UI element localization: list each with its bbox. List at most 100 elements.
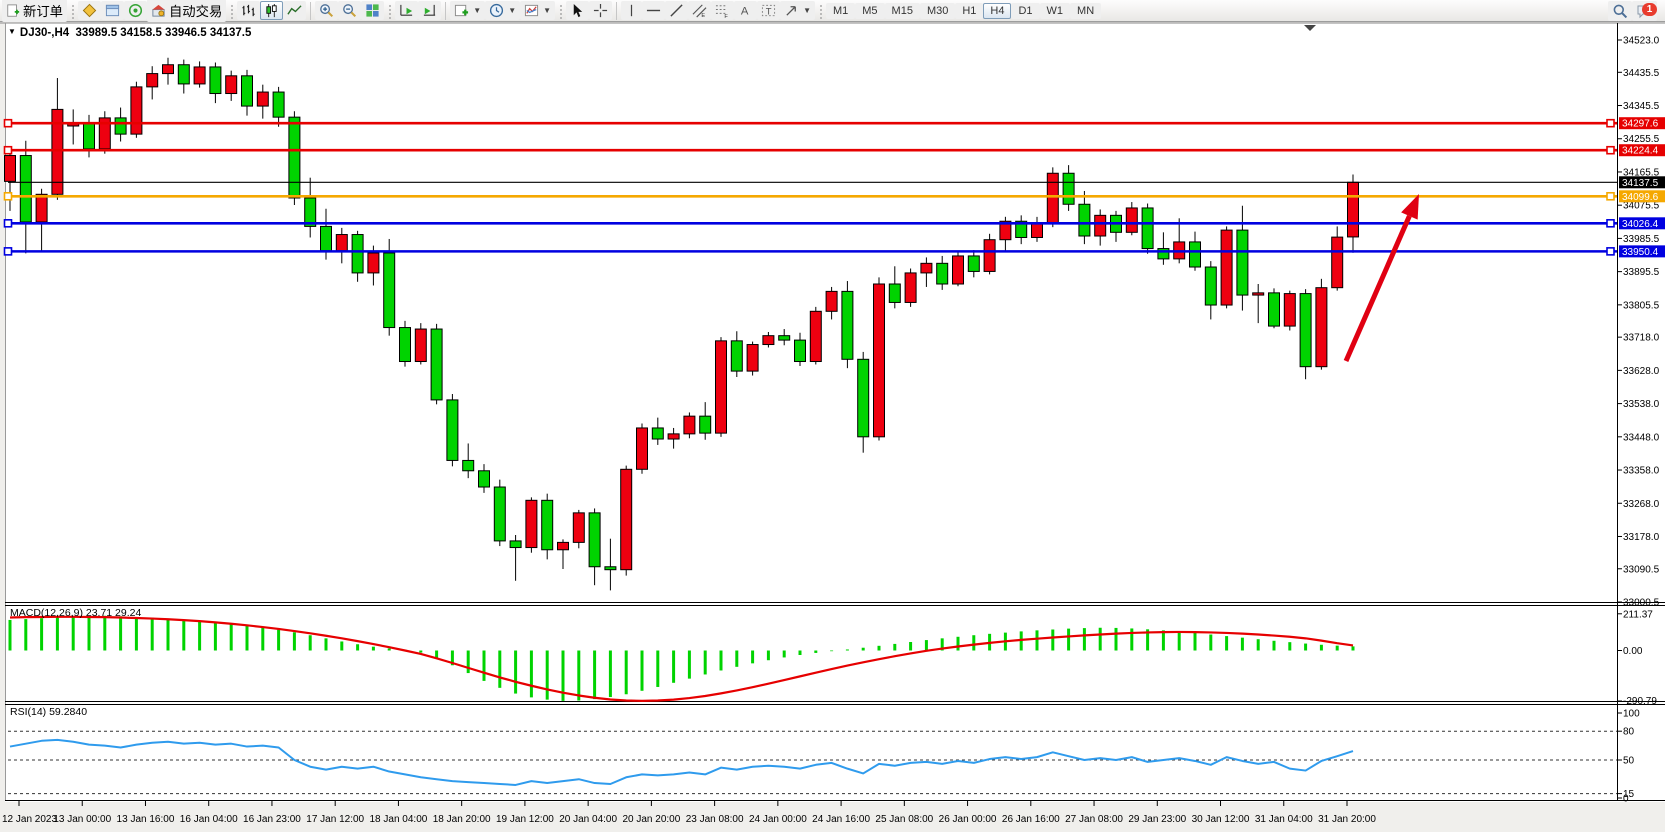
chart-candles-button[interactable] [260, 1, 283, 20]
symbol-period-label: DJ30-,H4 [20, 27, 69, 39]
notification-badge: 1 [1642, 3, 1657, 16]
toolbar-separator [445, 2, 446, 20]
timeframe-button-m30[interactable]: M30 [920, 3, 955, 19]
arrows-tool-button[interactable]: ▼ [780, 1, 815, 20]
candle-body-up [131, 87, 142, 134]
search-button[interactable] [1608, 1, 1632, 21]
periods-button[interactable]: ▼ [485, 1, 520, 20]
candle-body-up [415, 329, 426, 361]
time-axis-label: 24 Jan 16:00 [812, 814, 870, 825]
candle-body-down [20, 156, 31, 222]
time-axis-label: 18 Jan 04:00 [370, 814, 428, 825]
chart-candles-icon [264, 3, 279, 18]
candle-body-up [194, 67, 205, 84]
tile-windows-icon [365, 3, 380, 18]
candle-body-up [874, 284, 885, 437]
navigator-button[interactable] [101, 1, 124, 20]
chart-line-button[interactable] [283, 1, 306, 20]
channel-tool-button[interactable]: E [688, 1, 711, 20]
time-axis-label: 19 Jan 12:00 [496, 814, 554, 825]
line-anchor-handle[interactable] [5, 193, 12, 200]
crosshair-tool-button[interactable] [589, 1, 612, 20]
search-icon [1612, 3, 1628, 19]
candle-body-up [747, 345, 758, 372]
toolbar-grip [387, 3, 392, 19]
line-anchor-handle[interactable] [5, 220, 12, 227]
price-axis-label: 33985.5 [1623, 234, 1660, 245]
fibonacci-tool-button[interactable]: F [711, 1, 734, 20]
chart-bars-button[interactable] [237, 1, 260, 20]
text-label-tool-button[interactable]: T [757, 1, 780, 20]
trendline-tool-button[interactable] [665, 1, 688, 20]
candle-body-down [795, 340, 806, 361]
timeframe-button-d1[interactable]: D1 [1011, 3, 1039, 19]
time-axis-label: 27 Jan 08:00 [1065, 814, 1123, 825]
candle-body-up [763, 336, 774, 345]
arrows-icon [784, 3, 799, 18]
zoom-out-icon [342, 3, 357, 18]
candle-body-up [36, 194, 47, 222]
signals-button[interactable] [124, 1, 147, 20]
rsi-axis-label: 50 [1623, 756, 1635, 767]
rsi-axis-label: 80 [1623, 727, 1635, 738]
channel-icon: E [692, 3, 707, 18]
candle-body-down [1079, 204, 1090, 236]
time-axis-label: 12 Jan 2023 [2, 814, 57, 825]
autotrading-button[interactable]: 自动交易 [147, 0, 226, 22]
candle-body-down [289, 117, 300, 198]
candle-body-down [1063, 173, 1074, 204]
ohlc-values: 33989.5 34158.5 33946.5 34137.5 [76, 27, 252, 39]
new-order-button[interactable]: 新订单 [2, 0, 67, 22]
price-badge-label: 34297.6 [1622, 119, 1659, 130]
market-watch-button[interactable] [78, 1, 101, 20]
time-axis-label: 31 Jan 20:00 [1318, 814, 1376, 825]
price-axis-label: 33268.0 [1623, 499, 1660, 510]
candle-body-down [1269, 293, 1280, 326]
candle-body-down [431, 329, 442, 400]
text-icon: A [738, 3, 753, 18]
zoom-in-button[interactable] [315, 1, 338, 20]
line-anchor-handle[interactable] [5, 147, 12, 154]
line-anchor-handle[interactable] [5, 248, 12, 255]
candle-body-up [226, 76, 237, 94]
timeframe-button-m15[interactable]: M15 [885, 3, 920, 19]
templates-icon [524, 3, 539, 18]
svg-text:E: E [701, 13, 705, 18]
timeframe-button-w1[interactable]: W1 [1040, 3, 1071, 19]
text-label-icon: T [761, 3, 776, 18]
timeframe-button-m5[interactable]: M5 [855, 3, 884, 19]
line-anchor-handle[interactable] [1607, 120, 1614, 127]
timeframe-button-mn[interactable]: MN [1070, 3, 1101, 19]
chart-shift-icon [422, 3, 437, 18]
zoom-out-button[interactable] [338, 1, 361, 20]
timeframe-button-m1[interactable]: M1 [826, 3, 855, 19]
line-anchor-handle[interactable] [1607, 248, 1614, 255]
line-anchor-handle[interactable] [1607, 220, 1614, 227]
trading-terminal-window: 新订单 自动交易 [0, 0, 1665, 832]
line-anchor-handle[interactable] [1607, 193, 1614, 200]
horizontal-line-tool-button[interactable] [642, 1, 665, 20]
timeframe-button-h1[interactable]: H1 [955, 3, 983, 19]
chart-shift-button[interactable] [418, 1, 441, 20]
candle-body-up [621, 469, 632, 569]
timeframe-button-h4[interactable]: H4 [983, 3, 1011, 19]
cursor-tool-button[interactable] [566, 1, 589, 20]
line-anchor-handle[interactable] [1607, 147, 1614, 154]
vertical-line-tool-button[interactable] [621, 1, 642, 20]
toolbar-grip [818, 3, 823, 19]
one-click-expand-arrow[interactable]: ▼ [8, 27, 16, 36]
line-anchor-handle[interactable] [5, 120, 12, 127]
auto-scroll-button[interactable] [395, 1, 418, 20]
dropdown-caret-icon: ▼ [473, 6, 481, 15]
candle-body-up [1253, 293, 1264, 295]
main-toolbar: 新订单 自动交易 [0, 0, 1665, 22]
text-tool-button[interactable]: A [734, 1, 757, 20]
tile-windows-button[interactable] [361, 1, 384, 20]
templates-button[interactable]: ▼ [520, 1, 555, 20]
candle-body-down [842, 291, 853, 359]
toolbar-separator [616, 2, 617, 20]
candle-body-down [400, 328, 411, 362]
notifications-button[interactable]: 1 [1632, 1, 1657, 21]
dropdown-caret-icon: ▼ [508, 6, 516, 15]
indicators-button[interactable]: ▼ [450, 1, 485, 20]
